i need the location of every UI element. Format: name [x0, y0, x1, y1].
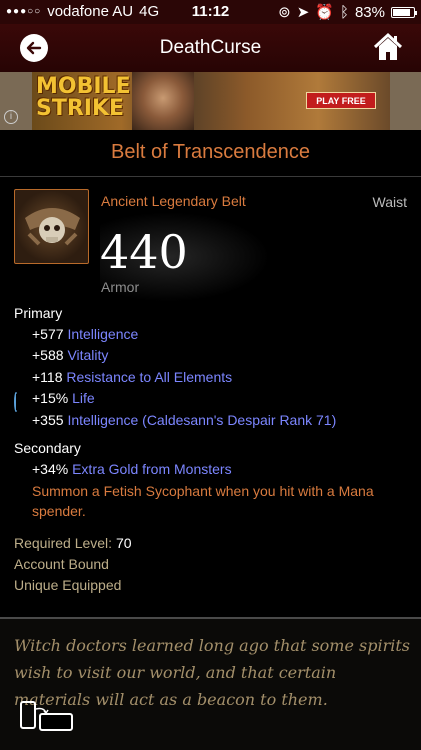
bluetooth-icon: ᛒ: [339, 3, 349, 21]
stat-name: Resistance to All Elements: [66, 369, 233, 385]
required-level-value: 70: [115, 535, 132, 551]
lock-rotation-icon: ⊚: [278, 4, 291, 21]
ad-banner[interactable]: MOBILE STRIKE PLAY FREE i: [0, 72, 421, 130]
legendary-power: Summon a Fetish Sycophant when you hit w…: [32, 483, 374, 519]
ad-soldier-image: [132, 72, 194, 130]
page-title: DeathCurse: [159, 37, 262, 58]
stat-row: +118 Resistance to All Elements: [14, 369, 409, 389]
stat-value: +588: [32, 347, 68, 363]
stat-row: +34% Extra Gold from Monsters: [14, 461, 409, 481]
stat-value: +15%: [32, 390, 73, 406]
home-icon[interactable]: [373, 32, 403, 62]
item-name: Belt of Transcendence: [110, 141, 310, 163]
nav-bar: DeathCurse: [0, 24, 421, 72]
swirl-icon: [14, 390, 32, 412]
stat-name: Life: [72, 390, 95, 406]
stat-name: Extra Gold from Monsters: [72, 461, 232, 477]
item-type: Ancient Legendary Belt: [101, 193, 246, 209]
secondary-heading: Secondary: [14, 440, 81, 456]
rotate-device-icon[interactable]: [18, 701, 74, 733]
stat-bullet-icon: [14, 326, 32, 346]
ad-play-button[interactable]: PLAY FREE: [306, 92, 376, 109]
stat-row: +15% Life: [14, 390, 409, 412]
stat-name: Intelligence: [67, 326, 139, 342]
armor-value: 440: [100, 225, 188, 279]
battery-icon: [391, 6, 417, 18]
required-level-label: Required Level:: [14, 535, 116, 551]
account-bound: Account Bound: [14, 556, 109, 572]
belt-icon: [14, 189, 89, 264]
item-slot: Waist: [372, 194, 407, 210]
stat-bullet-icon: [14, 412, 32, 432]
status-right: ⊚ ➤ ⏰ ᛒ 83%: [278, 3, 417, 21]
status-bar: ●●●○○ vodafone AU 4G 11:12 ⊚ ➤ ⏰ ᛒ 83%: [0, 0, 421, 24]
stat-bullet-icon: [14, 347, 32, 367]
stat-row: +588 Vitality: [14, 347, 409, 367]
stat-value: +34%: [32, 461, 73, 477]
alarm-icon: ⏰: [315, 4, 334, 21]
required-level: Required Level: 70: [14, 535, 132, 551]
ad-info-icon[interactable]: i: [4, 110, 18, 124]
stat-name: Intelligence (Caldesann's Despair Rank 7…: [67, 412, 337, 428]
stat-bullet-icon: [14, 369, 32, 389]
location-icon: ➤: [296, 4, 310, 21]
stat-value: +355: [32, 412, 68, 428]
armor-label: Armor: [101, 279, 140, 295]
stat-value: +577: [32, 326, 68, 342]
stat-name: Vitality: [67, 347, 109, 363]
stat-value: +118: [32, 369, 67, 385]
battery-percent: 83%: [354, 3, 385, 21]
stat-row: +577 Intelligence: [14, 326, 409, 346]
stat-row: +355 Intelligence (Caldesann's Despair R…: [14, 412, 409, 432]
unique-equipped: Unique Equipped: [14, 577, 122, 593]
legendary-power-row: Summon a Fetish Sycophant when you hit w…: [14, 481, 409, 521]
divider: [0, 176, 421, 177]
gold-diamond-icon: [14, 461, 32, 481]
stat-bullet-icon: [14, 481, 32, 501]
ad-creative[interactable]: MOBILE STRIKE PLAY FREE: [32, 72, 390, 130]
ad-brand: MOBILE STRIKE: [36, 74, 131, 121]
primary-heading: Primary: [14, 305, 63, 321]
